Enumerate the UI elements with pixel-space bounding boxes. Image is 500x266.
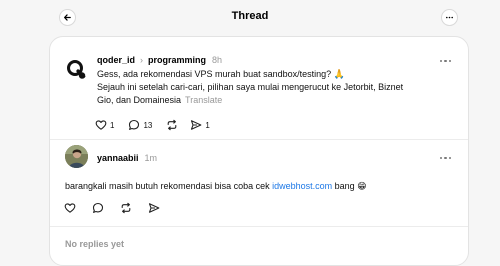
comment-icon: [92, 202, 104, 213]
page-title: Thread: [231, 10, 269, 22]
like-button[interactable]: 1: [95, 119, 114, 131]
repost-icon: [121, 202, 131, 214]
heart-icon: [64, 203, 76, 213]
reply-meta: yannaabii 1m: [97, 153, 157, 163]
avatar[interactable]: [65, 145, 88, 168]
share-button[interactable]: 1: [190, 119, 210, 131]
thread-card: qoder_id › programming 8h Gess, ada reko…: [49, 36, 469, 266]
post-more-options-icon[interactable]: [440, 60, 452, 63]
comment-icon: [129, 119, 140, 130]
qoder-logo-icon: [65, 58, 88, 81]
post-time: 8h: [212, 55, 223, 65]
post-line-2: Sejauh ini setelah cari-cari, pilihan sa…: [97, 82, 404, 92]
reply-actions: [64, 202, 160, 214]
more-options-button[interactable]: [441, 9, 458, 26]
repost-icon: [168, 119, 177, 131]
divider: [50, 139, 468, 140]
share-button[interactable]: [148, 202, 160, 214]
send-icon: [148, 203, 160, 213]
reply-time: 1m: [144, 153, 158, 163]
post-text: Gess, ada rekomendasi VPS murah buat san…: [97, 68, 462, 107]
like-button[interactable]: [64, 202, 76, 214]
post-line-3-wrap: Gio, dan Domainesia Translate: [97, 94, 462, 107]
reply-more-options-icon[interactable]: [440, 157, 452, 160]
username-link[interactable]: qoder_id: [97, 55, 135, 65]
like-count: 1: [110, 120, 115, 130]
divider: [50, 226, 468, 227]
repost-button[interactable]: [166, 119, 178, 131]
reply-link[interactable]: idwebhost.com: [272, 181, 332, 191]
reply-button[interactable]: [92, 202, 104, 214]
post-line-1: Gess, ada rekomendasi VPS murah buat san…: [97, 69, 345, 79]
user-photo-icon: [65, 145, 88, 168]
topic-link[interactable]: programming: [148, 55, 206, 65]
no-replies-label: No replies yet: [65, 239, 125, 249]
translate-link[interactable]: Translate: [185, 95, 222, 105]
reply-button[interactable]: 13: [128, 119, 152, 131]
avatar[interactable]: [65, 58, 88, 81]
reply-text-start: barangkali masih butuh rekomendasi bisa …: [65, 181, 273, 191]
share-count: 1: [205, 120, 210, 130]
reply-text-end: bang 😁: [332, 181, 367, 191]
post-actions: 1 13 1: [95, 119, 210, 131]
post-line-3: Gio, dan Domainesia: [97, 95, 182, 105]
more-horizontal-icon: [445, 16, 454, 19]
top-bar: Thread: [0, 0, 500, 34]
send-icon: [191, 120, 202, 130]
heart-icon: [95, 120, 107, 130]
post-meta: qoder_id › programming 8h: [97, 55, 222, 65]
repost-button[interactable]: [120, 202, 132, 214]
reply-count: 13: [143, 120, 153, 130]
username-link[interactable]: yannaabii: [97, 153, 139, 163]
chevron-right-icon: ›: [140, 55, 144, 65]
reply-text: barangkali masih butuh rekomendasi bisa …: [65, 180, 460, 193]
